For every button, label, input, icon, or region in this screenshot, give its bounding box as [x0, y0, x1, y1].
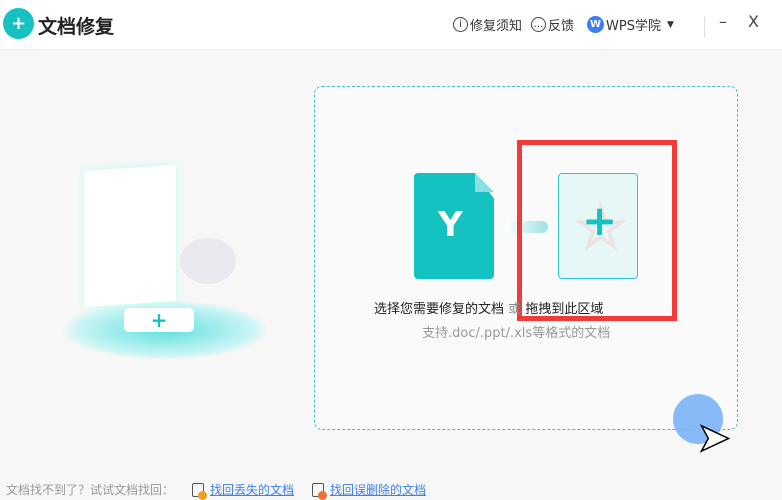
minimize-button[interactable]: – — [719, 12, 727, 31]
wps-logo-icon: W — [587, 16, 604, 33]
supported-formats: 支持.doc/.ppt/.xls等格式的文档 — [422, 326, 611, 341]
or-text: 或 — [508, 302, 522, 317]
lost-file-icon — [192, 482, 208, 500]
recover-prompt: 文档找不到了？试试文档找回： — [6, 483, 175, 497]
app-logo-icon: + — [3, 8, 34, 39]
drop-instructions: 选择您需要修复的文档 或 拖拽到此区域 — [374, 298, 603, 317]
caret-down-icon: ▼ — [666, 19, 674, 30]
wrench-icon: Y — [438, 205, 463, 245]
divider — [704, 17, 705, 37]
recover-lost-link[interactable]: 找回丢失的文档 — [210, 481, 294, 498]
repair-notice-label: 修复须知 — [470, 19, 523, 34]
app-title: 文档修复 — [38, 16, 115, 38]
document-illustration — [84, 164, 176, 308]
feedback-button[interactable]: … 反馈 — [531, 15, 574, 34]
repair-notice-button[interactable]: i 修复须知 — [453, 15, 522, 34]
repair-base-icon: + — [124, 308, 194, 332]
wps-academy-button[interactable]: W WPS学院 ▼ — [587, 15, 674, 34]
recover-deleted-link[interactable]: 找回误删除的文档 — [330, 481, 426, 498]
chat-icon: … — [531, 17, 546, 32]
highlight-box — [517, 140, 677, 321]
drag-text: 拖拽到此区域 — [525, 302, 604, 317]
deleted-file-icon — [312, 482, 328, 500]
footer: 文档找不到了？试试文档找回： 找回丢失的文档 找回误删除的文档 — [6, 481, 426, 500]
close-button[interactable]: X — [748, 12, 759, 31]
select-text[interactable]: 选择您需要修复的文档 — [374, 302, 504, 317]
wps-academy-label: WPS学院 — [606, 19, 661, 34]
title-bar: + 文档修复 i 修复须知 … 反馈 W WPS学院 ▼ – X — [0, 0, 782, 50]
feedback-label: 反馈 — [548, 19, 575, 34]
robot-illustration — [180, 238, 236, 284]
info-icon: i — [453, 17, 468, 32]
mouse-cursor-icon: ➤ — [696, 415, 731, 461]
repair-illustration: + — [60, 130, 270, 360]
